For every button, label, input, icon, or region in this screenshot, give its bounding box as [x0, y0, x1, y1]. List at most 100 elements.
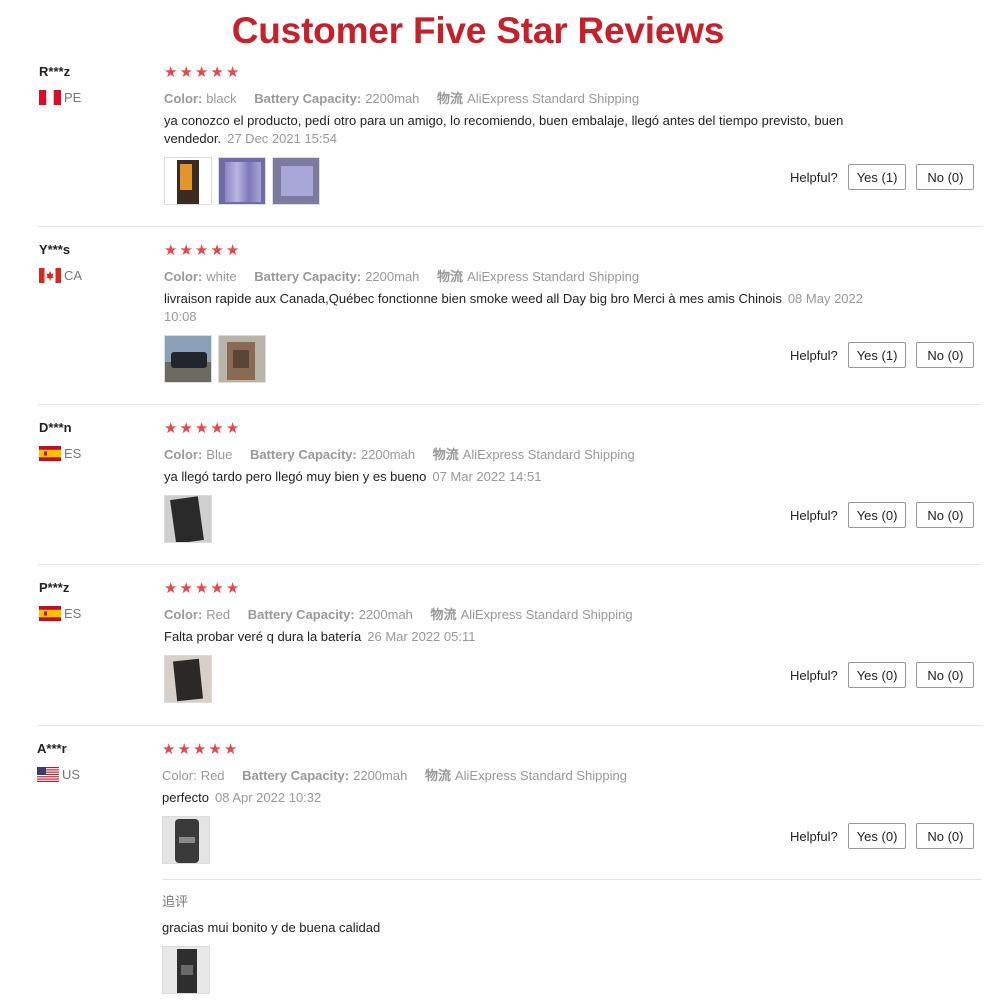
reviewer-country: ES [39, 606, 81, 621]
capacity-label: Battery Capacity: [254, 91, 362, 106]
shipping-label: 物流 [432, 447, 459, 462]
peru-flag-icon [39, 90, 61, 105]
helpful-label: Helpful? [790, 667, 838, 683]
star-icon: ★ [225, 580, 240, 597]
review-photo-thumbnail[interactable] [218, 157, 266, 205]
product-attributes: Color: white Battery Capacity: 2200mah 物流 A… [164, 266, 653, 285]
reviewer-name: P***z [39, 580, 70, 595]
helpful-yes-button[interactable]: Yes (0) [847, 823, 907, 849]
shipping-label: 物流 [430, 607, 457, 622]
star-icon: ★ [210, 580, 224, 597]
review-date: 07 Mar 2022 14:51 [432, 469, 542, 484]
helpful-yes-button[interactable]: Yes (1) [847, 342, 907, 368]
star-icon: ★ [223, 741, 238, 758]
star-icon: ★ [164, 420, 178, 437]
star-icon: ★ [194, 242, 209, 259]
followup-photos [162, 946, 210, 994]
helpful-no-button[interactable]: No (0) [916, 164, 975, 190]
helpful-label: Helpful? [790, 347, 838, 363]
capacity-label: Battery Capacity: [254, 269, 362, 284]
rating-stars: ★ ★ ★ ★ ★ [164, 580, 240, 597]
capacity-value: 2200mah [365, 91, 420, 106]
review-photo-thumbnail[interactable] [164, 157, 212, 205]
star-icon: ★ [225, 64, 240, 81]
color-label: Color: [164, 447, 203, 462]
reviewer-name: Y***s [39, 242, 71, 257]
reviewer-name: D***n [39, 420, 72, 435]
capacity-label: Battery Capacity: [242, 768, 350, 783]
capacity-label: Battery Capacity: [247, 607, 355, 622]
product-attributes: Color: Red Battery Capacity: 2200mah 物流 Ali… [162, 765, 641, 784]
review-photo-thumbnail[interactable] [162, 946, 210, 994]
helpful-no-button[interactable]: No (0) [916, 502, 975, 528]
review-text: perfecto 08 Apr 2022 10:32 [162, 789, 892, 807]
reviewer-country: PE [39, 90, 81, 105]
star-icon: ★ [179, 420, 193, 437]
color-label: Color: [162, 768, 197, 783]
reviewer-country: ES [39, 446, 81, 461]
shipping-label: 物流 [437, 91, 464, 106]
reviewer-name: R***z [39, 64, 71, 79]
helpful-yes-button[interactable]: Yes (1) [847, 164, 907, 190]
star-icon: ★ [179, 242, 193, 259]
review-text: ya conozco el producto, pedí otro para u… [164, 112, 894, 148]
color-value: Red [200, 768, 225, 783]
star-icon: ★ [210, 64, 224, 81]
canada-flag-icon [39, 268, 61, 283]
capacity-label: Battery Capacity: [249, 447, 357, 462]
helpful-no-button[interactable]: No (0) [916, 342, 975, 368]
star-icon: ★ [225, 420, 240, 437]
helpful-votes: Helpful? Yes (0) No (0) [790, 823, 975, 849]
shipping-value: AliExpress Standard Shipping [460, 607, 633, 622]
capacity-value: 2200mah [365, 269, 420, 284]
star-icon: ★ [179, 580, 193, 597]
review-date: 27 Dec 2021 15:54 [227, 131, 337, 146]
country-code: PE [64, 90, 82, 105]
review-text: livraison rapide aux Canada,Québec fonct… [164, 290, 864, 326]
helpful-yes-button[interactable]: Yes (0) [847, 502, 907, 528]
country-code: ES [64, 446, 82, 461]
color-label: Color: [164, 91, 203, 106]
helpful-votes: Helpful? Yes (1) No (0) [790, 342, 975, 368]
country-code: ES [64, 606, 82, 621]
star-icon: ★ [164, 64, 178, 81]
helpful-votes: Helpful? Yes (0) No (0) [790, 502, 975, 528]
star-icon: ★ [210, 242, 224, 259]
review-body: perfecto [162, 790, 209, 805]
helpful-yes-button[interactable]: Yes (0) [847, 662, 907, 688]
review-photo-thumbnail[interactable] [164, 655, 212, 703]
star-icon: ★ [194, 64, 209, 81]
review-photo-thumbnail[interactable] [162, 816, 210, 864]
color-value: white [206, 269, 237, 284]
helpful-no-button[interactable]: No (0) [916, 823, 975, 849]
capacity-value: 2200mah [360, 447, 416, 462]
followup-divider [162, 879, 982, 880]
helpful-label: Helpful? [790, 828, 838, 844]
star-icon: ★ [164, 242, 178, 259]
followup-label: 追评 [162, 894, 189, 909]
review-photos [164, 495, 212, 543]
helpful-label: Helpful? [790, 169, 838, 185]
star-icon: ★ [225, 242, 240, 259]
star-icon: ★ [162, 741, 176, 758]
star-icon: ★ [210, 420, 224, 437]
helpful-no-button[interactable]: No (0) [916, 662, 975, 688]
review-photo-thumbnail[interactable] [164, 495, 212, 543]
page-title: Customer Five Star Reviews [231, 10, 725, 51]
color-value: Red [206, 607, 231, 622]
review-date: 08 Apr 2022 10:32 [214, 790, 322, 805]
helpful-votes: Helpful? Yes (0) No (0) [790, 662, 975, 688]
shipping-label: 物流 [437, 269, 464, 284]
review-body: ya llegó tardo pero llegó muy bien y es … [164, 469, 427, 484]
spain-flag-icon [39, 446, 61, 461]
rating-stars: ★ ★ ★ ★ ★ [162, 741, 238, 758]
rating-stars: ★ ★ ★ ★ ★ [164, 242, 240, 259]
review-date: 26 Mar 2022 05:11 [367, 629, 476, 644]
review-photo-thumbnail[interactable] [164, 335, 212, 383]
star-icon: ★ [194, 420, 209, 437]
review-photo-thumbnail[interactable] [272, 157, 320, 205]
review-photo-thumbnail[interactable] [218, 335, 266, 383]
usa-flag-icon [37, 767, 59, 782]
shipping-value: AliExpress Standard Shipping [467, 269, 640, 284]
helpful-label: Helpful? [790, 507, 838, 523]
